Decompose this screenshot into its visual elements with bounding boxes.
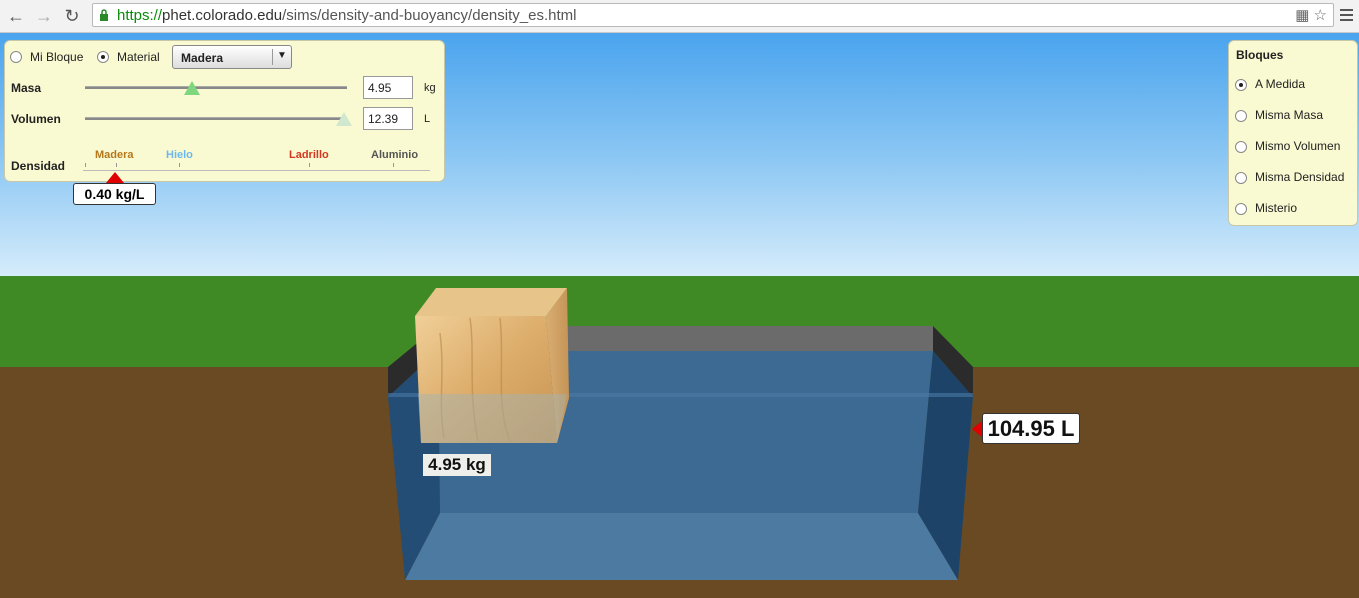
blocks-panel-title: Bloques bbox=[1236, 48, 1284, 62]
blocks-option-radio[interactable] bbox=[1235, 110, 1247, 122]
address-bar[interactable]: https://phet.colorado.edu/sims/density-a… bbox=[92, 3, 1334, 27]
water-level-pointer bbox=[972, 421, 982, 437]
density-tick-madera: Madera bbox=[95, 149, 134, 161]
density-tick-ladrillo: Ladrillo bbox=[289, 149, 329, 161]
material-select[interactable]: Madera ▼ bbox=[172, 45, 292, 69]
lock-icon bbox=[100, 9, 108, 21]
browser-toolbar: ← → ↻ https://phet.colorado.edu/sims/den… bbox=[0, 0, 1359, 33]
volume-slider-thumb[interactable] bbox=[336, 112, 353, 126]
material-select-value: Madera bbox=[181, 51, 224, 65]
forward-arrow-icon[interactable]: → bbox=[34, 6, 54, 26]
volume-slider-track[interactable] bbox=[85, 117, 347, 120]
density-scale bbox=[83, 170, 430, 171]
star-icon[interactable]: ☆ bbox=[1314, 7, 1327, 24]
translate-icon[interactable]: ▦ bbox=[1295, 7, 1309, 24]
url-text: https://phet.colorado.edu/sims/density-a… bbox=[117, 7, 577, 24]
density-label: Densidad bbox=[11, 159, 66, 173]
radio-my-block[interactable] bbox=[10, 51, 22, 63]
reload-icon[interactable]: ↻ bbox=[62, 6, 82, 26]
blocks-option-label: Misterio bbox=[1255, 201, 1298, 215]
mass-input[interactable]: 4.95 bbox=[363, 76, 413, 99]
water-volume-label: 104.95 L bbox=[982, 413, 1080, 444]
volume-label: Volumen bbox=[11, 112, 61, 126]
blocks-option-radio[interactable] bbox=[1235, 172, 1247, 184]
radio-material-label: Material bbox=[117, 50, 160, 64]
wood-block-top bbox=[415, 288, 567, 316]
density-readout: 0.40 kg/L bbox=[73, 183, 156, 205]
blocks-panel bbox=[1228, 40, 1358, 226]
block-mass-label: 4.95 kg bbox=[423, 454, 491, 476]
chevron-down-icon: ▼ bbox=[277, 50, 287, 61]
mass-label: Masa bbox=[11, 81, 42, 95]
mass-slider-thumb[interactable] bbox=[184, 81, 201, 95]
density-tick-hielo: Hielo bbox=[166, 149, 193, 161]
back-arrow-icon[interactable]: ← bbox=[6, 6, 26, 26]
blocks-option-label: A Medida bbox=[1255, 77, 1306, 91]
blocks-option-radio[interactable] bbox=[1235, 79, 1247, 91]
volume-input[interactable]: 12.39 bbox=[363, 107, 413, 130]
radio-my-block-label: Mi Bloque bbox=[30, 50, 84, 64]
density-pointer bbox=[106, 172, 124, 183]
blocks-option-label: Mismo Volumen bbox=[1255, 139, 1341, 153]
volume-unit: L bbox=[424, 113, 431, 125]
blocks-option-radio[interactable] bbox=[1235, 141, 1247, 153]
blocks-option-label: Misma Densidad bbox=[1255, 170, 1345, 184]
mass-unit: kg bbox=[424, 82, 436, 94]
water-floor bbox=[405, 513, 958, 580]
density-tick-aluminio: Aluminio bbox=[371, 149, 419, 161]
blocks-option-label: Misma Masa bbox=[1255, 108, 1324, 122]
mass-slider-track[interactable] bbox=[85, 86, 347, 89]
menu-icon[interactable] bbox=[1340, 6, 1354, 24]
radio-material[interactable] bbox=[97, 51, 109, 63]
blocks-option-radio[interactable] bbox=[1235, 203, 1247, 215]
